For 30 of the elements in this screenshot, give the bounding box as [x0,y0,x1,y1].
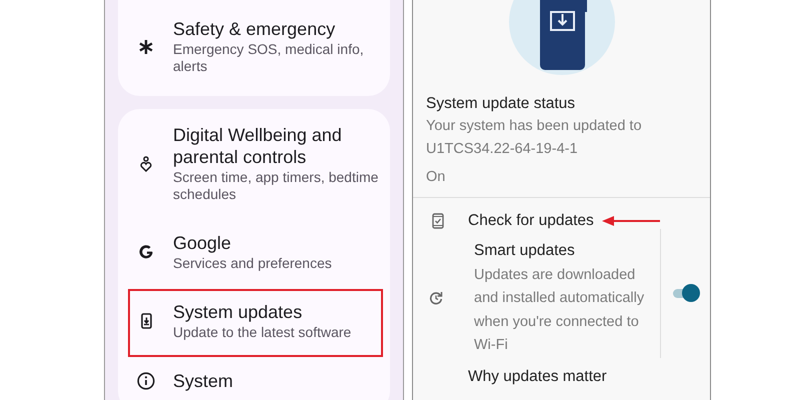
item-title: Google [173,232,232,254]
settings-item[interactable]: Safety & emergency Emergency SOS, medical info, alerts [128,6,383,91]
person-heart-icon [140,156,152,172]
settings-item[interactable]: Digital Wellbeing and parental controls Screen time, app timers, bedtime schedules [128,112,383,219]
item-title: System updates [173,301,304,323]
why-updates-title: Why updates matter [468,366,608,387]
item-title: System [173,370,234,392]
settings-item[interactable]: Google Services and preferences [128,220,383,288]
refresh-icon [429,291,443,306]
phone-check-icon [432,212,444,229]
toggle-switch[interactable] [672,283,700,304]
status-state: On [426,168,446,188]
item-title: Digital Wellbeing and parental controls [173,124,343,168]
settings-item[interactable]: System updates Update to the latest software [128,289,383,357]
g-letter-icon [138,244,154,260]
item-subtitle: Services and preferences [173,255,332,272]
item-subtitle: Emergency SOS, medical info, alerts [173,41,365,75]
status-text: U1TCS34.22-64-19-4-1 [426,140,579,160]
item-title: Safety & emergency [173,18,336,40]
smart-updates-title: Smart updates [474,240,576,260]
smart-updates-description: Updates are downloaded and installed automatically when you're connected to Wi-Fi [474,266,646,356]
item-subtitle: Screen time, app timers, bedtime schedules [173,169,380,203]
info-icon [137,372,155,390]
phone-download-icon [140,313,152,329]
asterisk-icon [139,40,153,54]
status-text: Your system has been updated to [426,117,643,136]
status-title: System update status [426,94,576,114]
check-updates-link[interactable]: Check for updates [468,209,594,232]
settings-item[interactable]: System [128,358,383,400]
item-subtitle: Update to the latest software [173,324,352,341]
